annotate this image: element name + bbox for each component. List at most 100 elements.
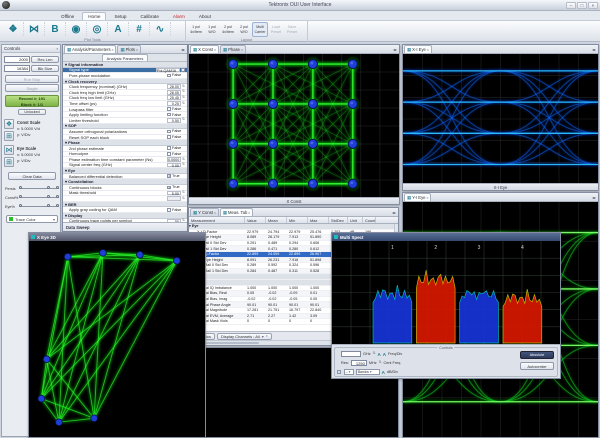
autoscale-icon[interactable]: A — [382, 370, 385, 375]
close-tab-icon[interactable]: x — [214, 211, 216, 215]
ellipsis-button[interactable]: … — [181, 68, 185, 73]
pin-icon[interactable]: ▪ — [57, 46, 58, 51]
db-div-checkbox[interactable] — [337, 370, 341, 374]
x-eye-3d-titlebar[interactable]: X Eye 3D — [29, 233, 205, 241]
param-value-input[interactable]: 5.00 — [167, 191, 181, 196]
tab-scroll-arrows[interactable]: ◂▸ — [592, 195, 597, 201]
column-header-unit[interactable]: Unit — [348, 217, 363, 223]
eye-scale-icon[interactable]: ⋈ — [4, 145, 14, 155]
ribbon-tab-home[interactable]: Home — [82, 12, 106, 20]
blk-size-input[interactable] — [4, 65, 30, 72]
spin-buttons[interactable]: ⇅ — [182, 96, 185, 100]
close-tab-icon[interactable]: x — [241, 48, 243, 52]
tab-x-const[interactable]: ▦ X Const x — [190, 45, 219, 53]
close-tab-icon[interactable]: x — [427, 48, 429, 52]
spin-buttons[interactable]: ⇅ — [182, 191, 185, 195]
param-checkbox[interactable] — [167, 130, 171, 134]
display-channels-dropdown[interactable]: Display Channels : All ▾ x — [217, 333, 272, 340]
param-checkbox[interactable] — [167, 146, 171, 150]
param-value-input[interactable] — [167, 196, 181, 201]
dash-select[interactable]: –▾ — [344, 369, 354, 375]
close-tab-icon[interactable]: x — [214, 48, 216, 52]
spin-buttons[interactable]: ⇅ — [182, 118, 185, 122]
layout-2pol-wo-button[interactable]: 2 polW/O — [236, 22, 252, 37]
const-pct-slider[interactable]: Const% — [5, 194, 59, 201]
column-header-measurement[interactable]: Measurement — [189, 217, 245, 223]
multi-spect-titlebar[interactable]: Multi Spect — [332, 233, 560, 241]
x-i-eye-plot[interactable] — [403, 54, 598, 184]
constellation-plot-icon[interactable]: ❖ — [3, 22, 24, 36]
x-eye-3d-plot[interactable] — [29, 241, 205, 437]
bandwidth-select[interactable]: Bandw▾ — [356, 369, 380, 375]
autoscale-up-icon[interactable]: A — [377, 352, 380, 357]
column-header-stddev[interactable]: StdDev — [329, 217, 348, 223]
grid-display-icon[interactable]: # — [129, 22, 150, 36]
polar-plot-icon[interactable]: ◉ — [66, 22, 87, 36]
ribbon-tab-setup[interactable]: Setup — [108, 12, 132, 20]
tab-analysis-parameters[interactable]: ▦ Analysis/Parameters x — [64, 45, 116, 53]
x-const-plot[interactable] — [189, 54, 399, 198]
param-checkbox[interactable] — [167, 74, 171, 78]
blk-size-button[interactable]: Blk Size — [31, 65, 59, 72]
autoscale-down-icon[interactable]: A — [383, 352, 386, 357]
spin-buttons[interactable]: ⇅ — [373, 352, 376, 355]
autocenter-button[interactable]: Autocenter — [520, 362, 554, 370]
tab-scroll-arrows[interactable]: ◂▸ — [393, 47, 398, 53]
close-icon[interactable]: x — [266, 334, 268, 338]
column-header-value[interactable]: Value — [245, 217, 266, 223]
trace-color-dropdown[interactable]: Trace Color ▾ — [6, 215, 58, 223]
close-tab-icon[interactable]: x — [427, 196, 429, 200]
tab-scroll-arrows[interactable]: ◂▸ — [392, 210, 397, 216]
minimize-button[interactable]: – — [566, 2, 576, 9]
param-value-input[interactable]: 0.0000 — [167, 157, 181, 162]
param-value-input[interactable]: 0.25 — [167, 101, 181, 106]
spin-buttons[interactable]: ⇅ — [182, 85, 185, 89]
signal-analysis-icon[interactable]: A — [108, 22, 129, 36]
eye-diagram-icon[interactable]: ⋈ — [24, 22, 45, 36]
tab-x-i-eye[interactable]: ▦ X-I Eye x — [404, 45, 432, 53]
data-sweep-section[interactable]: Data Sweep — [63, 222, 187, 231]
param-checkbox[interactable] — [167, 152, 171, 156]
spin-buttons[interactable]: ⇅ — [182, 102, 185, 106]
param-value-input[interactable]: 0.00 — [167, 163, 181, 168]
close-button[interactable]: × — [588, 2, 598, 9]
maximize-button[interactable]: □ — [577, 2, 587, 9]
param-checkbox[interactable]: ✓ — [167, 174, 171, 178]
param-value-input[interactable]: 28.00 — [167, 84, 181, 89]
tab-y-i-eye[interactable]: ▦ Y-I Eye x — [404, 193, 431, 201]
column-header-mean[interactable]: Mean — [266, 217, 287, 223]
run-stop-button[interactable]: Run Stop — [5, 75, 59, 83]
param-value-input[interactable]: 25.45 — [167, 95, 181, 100]
param-value-input[interactable]: Pol-QAM16 — [156, 68, 180, 73]
const-autoscale-button[interactable]: ⊞ — [4, 131, 14, 141]
single-button[interactable]: Single — [5, 84, 59, 92]
ribbon-tab-calibrate[interactable]: Calibrate — [134, 12, 164, 20]
rec-len-input[interactable] — [4, 56, 30, 63]
column-header-count[interactable]: Count — [363, 217, 376, 223]
param-checkbox[interactable] — [167, 135, 171, 139]
titlebar[interactable]: Tektronix OUI User Interface – □ × — [0, 0, 600, 11]
layout-1pol-wo-button[interactable]: 1 polW/O — [204, 22, 220, 37]
tab-phase[interactable]: ▦ Phase x — [220, 45, 246, 53]
spin-buttons[interactable]: ⇅ — [379, 361, 382, 364]
freq-div-input[interactable] — [341, 351, 361, 357]
persist-slider[interactable]: Persis — [5, 185, 59, 192]
ring-plot-icon[interactable]: ◎ — [87, 22, 108, 36]
layout-multi-carrier-button[interactable]: MultiCarrier — [252, 22, 268, 37]
save-preset-button[interactable]: SavePreset — [284, 22, 300, 37]
spin-buttons[interactable]: ⇅ — [182, 197, 185, 201]
spin-buttons[interactable]: ⇅ — [182, 158, 185, 162]
eye-pct-slider[interactable]: Eye% — [5, 203, 59, 210]
spin-buttons[interactable]: ⇅ — [182, 163, 185, 167]
clear-data-button[interactable]: Clear Data — [8, 172, 56, 180]
tab-scroll-arrows[interactable]: ◂▸ — [592, 47, 597, 53]
tab-y-const[interactable]: ▦ Y Const x — [190, 208, 219, 216]
layout-2pol-4xitem-button[interactable]: 2 pol4x/Item — [220, 22, 236, 37]
spectrum-plot-icon[interactable]: ∿ — [150, 22, 171, 36]
ber-display-icon[interactable]: B — [45, 22, 66, 36]
const-scale-icon[interactable]: ❖ — [4, 119, 14, 129]
unlocked-button[interactable]: Unlocked — [18, 109, 46, 115]
ribbon-tab-alarm[interactable]: Alarm — [167, 12, 191, 20]
param-checkbox[interactable] — [167, 113, 171, 117]
tab-scroll-arrows[interactable]: ◂▸ — [181, 47, 186, 53]
